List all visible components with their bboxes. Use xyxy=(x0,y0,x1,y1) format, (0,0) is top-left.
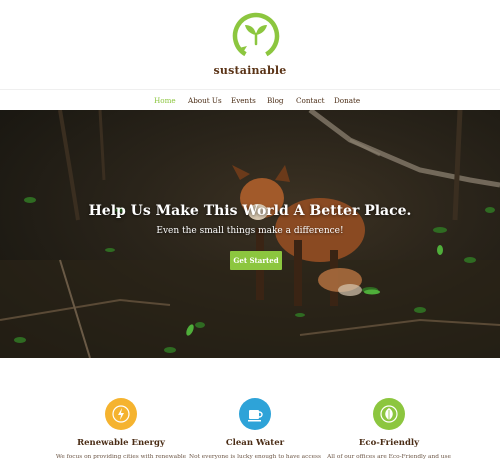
cup-icon xyxy=(239,398,271,430)
site-brand-name[interactable]: sustainable xyxy=(0,64,500,77)
get-started-button[interactable]: Get Started xyxy=(230,251,282,270)
hero-subtitle: Even the small things make a difference! xyxy=(156,226,344,236)
site-header: sustainable xyxy=(0,0,500,89)
feature-title: Clean Water xyxy=(225,438,285,448)
hero-banner: Help Us Make This World A Better Place. … xyxy=(0,110,500,358)
recycle-leaf-logo-icon[interactable] xyxy=(230,10,282,62)
nav-item-about-us[interactable]: About Us xyxy=(188,96,222,105)
nav-item-home[interactable]: Home xyxy=(154,96,176,105)
feature-description: We focus on providing cities with renewa… xyxy=(55,454,187,460)
feature-title: Renewable Energy xyxy=(77,438,165,448)
feature-description: Not everyone is lucky enough to have acc… xyxy=(189,454,321,460)
features-section: Renewable Energy We focus on providing c… xyxy=(0,358,500,461)
nav-item-donate[interactable]: Donate xyxy=(334,96,360,105)
lightning-icon xyxy=(105,398,137,430)
nav-item-contact[interactable]: Contact xyxy=(296,96,325,105)
nav-item-events[interactable]: Events xyxy=(231,96,256,105)
main-navigation: Home About Us Events Blog Contact Donate xyxy=(0,89,500,110)
hero-title: Help Us Make This World A Better Place. xyxy=(88,203,412,219)
feature-title: Eco-Friendly xyxy=(358,438,420,448)
leaf-icon xyxy=(373,398,405,430)
nav-item-blog[interactable]: Blog xyxy=(267,96,284,105)
feature-description: All of our offices are Eco-Friendly and … xyxy=(327,454,451,460)
